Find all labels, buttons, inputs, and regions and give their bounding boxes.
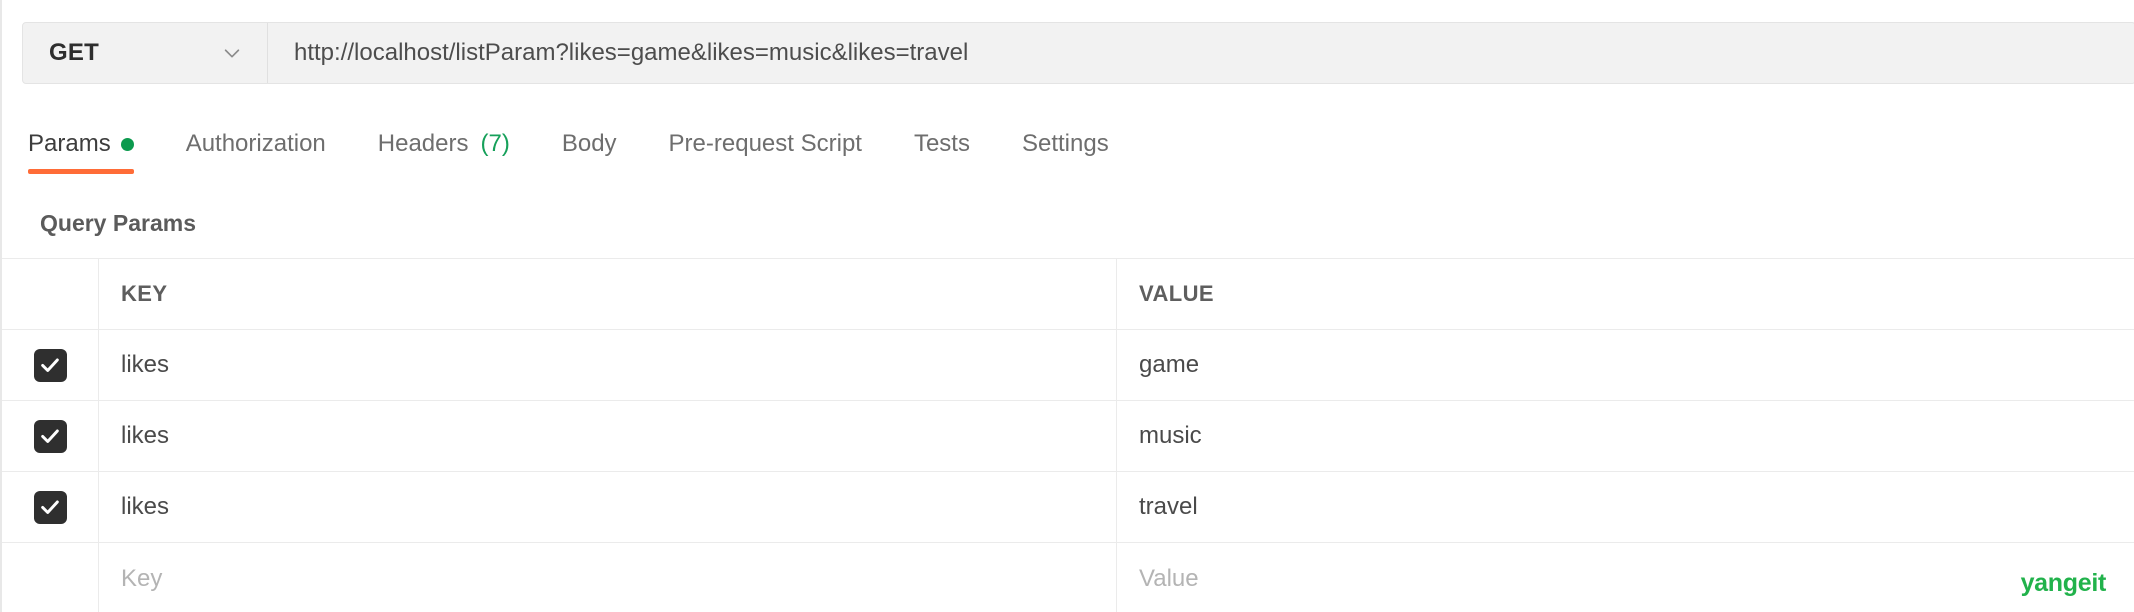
param-value-input[interactable]: music bbox=[1117, 401, 2134, 471]
tab-params-label: Params bbox=[28, 130, 111, 157]
checkbox-checked-icon[interactable] bbox=[33, 348, 67, 382]
http-method-select[interactable]: GET bbox=[23, 23, 268, 83]
param-key-input[interactable]: likes bbox=[99, 401, 1117, 471]
chevron-down-icon bbox=[221, 42, 243, 64]
table-row[interactable]: likes travel bbox=[2, 472, 2134, 543]
tab-tests[interactable]: Tests bbox=[914, 130, 970, 174]
tab-pre-request-script-label: Pre-request Script bbox=[668, 130, 862, 157]
query-params-title: Query Params bbox=[40, 210, 196, 236]
watermark-logo: yangeit bbox=[2020, 569, 2107, 597]
tab-settings[interactable]: Settings bbox=[1022, 130, 1109, 174]
request-tabs: Params Authorization Headers (7) Body Pr… bbox=[28, 130, 1109, 180]
tab-tests-label: Tests bbox=[913, 130, 970, 157]
table-row[interactable]: likes game bbox=[2, 330, 2134, 401]
row-enabled-checkbox-cell bbox=[2, 401, 99, 471]
param-value-text: music bbox=[1139, 422, 1202, 449]
request-url-input[interactable]: http://localhost/listParam?likes=game&li… bbox=[268, 23, 2134, 83]
param-value-text: travel bbox=[1139, 493, 1198, 520]
tab-settings-label: Settings bbox=[1021, 130, 1109, 157]
row-enabled-checkbox-cell bbox=[2, 472, 99, 542]
new-param-value-placeholder: Value bbox=[1139, 564, 1199, 592]
http-method-label: GET bbox=[49, 39, 99, 66]
new-param-key-input[interactable]: Key bbox=[99, 543, 1117, 612]
tab-headers[interactable]: Headers (7) bbox=[378, 130, 510, 174]
table-row[interactable]: likes music bbox=[2, 401, 2134, 472]
tab-headers-label: Headers bbox=[377, 130, 469, 157]
header-checkbox-cell bbox=[2, 259, 99, 329]
column-header-value: VALUE bbox=[1139, 281, 1214, 306]
query-params-table: KEY VALUE likes game likes music likes t… bbox=[2, 258, 2134, 612]
param-value-text: game bbox=[1139, 351, 1200, 378]
param-value-input[interactable]: game bbox=[1117, 330, 2134, 400]
checkbox-checked-icon[interactable] bbox=[33, 490, 67, 524]
checkbox-checked-icon[interactable] bbox=[33, 419, 67, 453]
param-key-input[interactable]: likes bbox=[99, 472, 1117, 542]
param-key-input[interactable]: likes bbox=[99, 330, 1117, 400]
param-key-text: likes bbox=[121, 493, 170, 520]
tab-authorization[interactable]: Authorization bbox=[186, 130, 326, 174]
table-header-row: KEY VALUE bbox=[2, 259, 2134, 330]
param-key-text: likes bbox=[121, 422, 170, 449]
tab-body[interactable]: Body bbox=[562, 130, 617, 174]
param-key-text: likes bbox=[121, 351, 170, 378]
params-modified-dot-icon bbox=[120, 137, 134, 151]
row-enabled-checkbox-cell bbox=[2, 330, 99, 400]
tab-pre-request-script[interactable]: Pre-request Script bbox=[669, 130, 862, 174]
table-row-empty[interactable]: Key Value bbox=[2, 543, 2134, 612]
postman-request-panel: GET http://localhost/listParam?likes=gam… bbox=[0, 0, 2134, 612]
tab-authorization-label: Authorization bbox=[185, 130, 326, 157]
tab-params[interactable]: Params bbox=[28, 130, 134, 174]
headers-count-badge: (7) bbox=[480, 130, 510, 157]
active-tab-indicator bbox=[28, 169, 134, 174]
new-param-value-input[interactable]: Value bbox=[1117, 543, 2134, 612]
request-url-bar: GET http://localhost/listParam?likes=gam… bbox=[22, 22, 2134, 84]
tab-body-label: Body bbox=[561, 130, 617, 157]
column-header-key: KEY bbox=[99, 259, 1117, 329]
param-value-input[interactable]: travel bbox=[1117, 472, 2134, 542]
new-param-key-placeholder: Key bbox=[121, 564, 163, 592]
row-enabled-checkbox-cell bbox=[2, 543, 99, 612]
